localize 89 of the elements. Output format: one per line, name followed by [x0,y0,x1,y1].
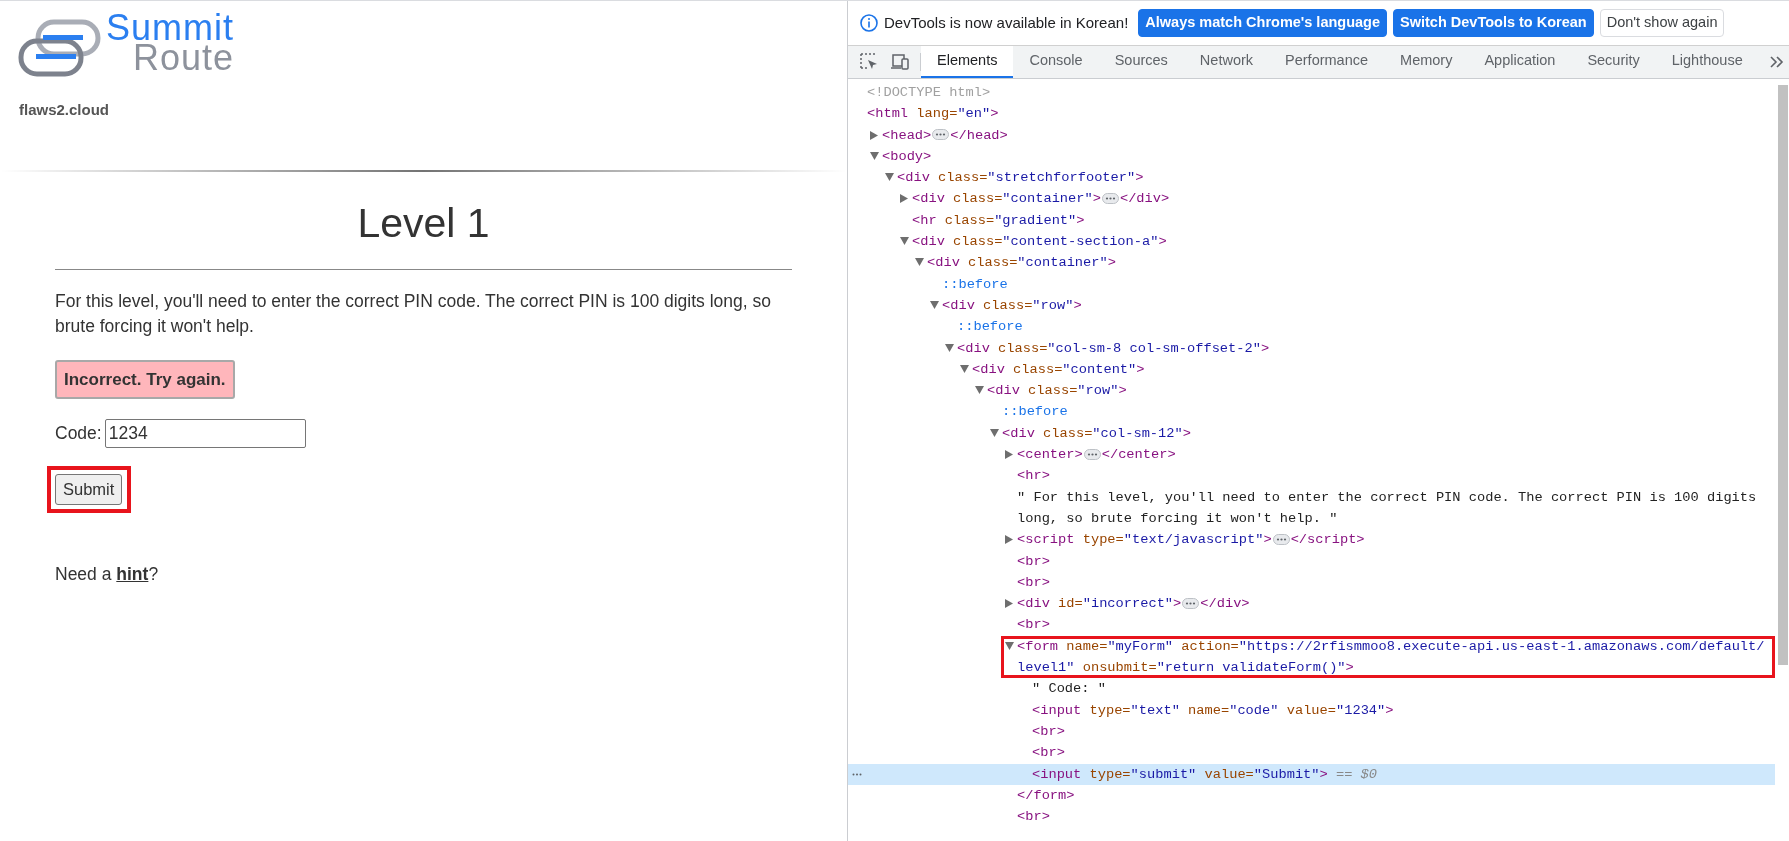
expanded-triangle-icon[interactable] [990,428,999,437]
devtools-tab[interactable]: Performance [1269,46,1385,78]
ellipsis-icon[interactable] [1101,193,1119,205]
expanded-triangle-icon[interactable] [945,343,954,352]
devtools-tab[interactable]: Security [1571,46,1656,78]
site-name: flaws2.cloud [18,100,111,120]
error-alert: Incorrect. Try again. [55,359,235,399]
collapsed-triangle-icon[interactable] [1005,450,1013,460]
node-markup[interactable]: <br> [1017,806,1771,828]
devtools-tab[interactable]: Console [1013,46,1099,78]
ellipsis-icon[interactable] [1272,534,1290,546]
devtools-tab[interactable]: Lighthouse [1655,46,1759,78]
submit-button[interactable]: Submit [55,474,123,505]
collapsed-triangle-icon[interactable] [1005,599,1013,609]
node-markup[interactable]: <div class="container"> [912,191,1101,207]
node-markup[interactable]: <html lang="en"> [867,103,1771,125]
ellipsis-icon[interactable] [932,129,950,141]
node-markup[interactable]: <div class="row"> [987,380,1771,402]
info-icon [860,14,878,32]
selected-tree-row[interactable]: <input type="submit" value="Submit"> == $0 [848,763,1775,785]
logo-icon [18,19,102,79]
devtools-tab[interactable]: Memory [1384,46,1469,78]
notice-message: DevTools is now available in Korean! [884,12,1129,33]
node-markup[interactable]: <script type="text/javascript"> [1017,532,1272,548]
expanded-triangle-icon[interactable] [885,173,894,182]
node-markup[interactable]: <head> [882,127,932,143]
expanded-triangle-icon[interactable] [900,237,909,246]
expanded-triangle-icon[interactable] [915,258,924,267]
node-markup[interactable]: ::before [1002,401,1771,423]
node-markup[interactable]: <br> [1032,720,1771,743]
expanded-triangle-icon[interactable] [870,151,879,160]
collapsed-triangle-icon[interactable] [1005,535,1013,545]
hint-link[interactable]: hint [116,563,149,584]
device-toggle-icon[interactable] [890,54,910,70]
node-markup[interactable]: " For this level, you'll need to enter the correct PIN code. The correct PIN is 100 digits long, so brute forcing it won't help. " [1017,486,1771,530]
expanded-triangle-icon[interactable] [1005,641,1014,650]
node-markup[interactable]: </div> [1119,191,1170,207]
ellipsis-icon[interactable] [1083,448,1101,460]
collapsed-triangle-icon[interactable] [900,194,908,204]
devtools-tab[interactable]: Application [1468,46,1572,78]
node-markup[interactable]: <div class="stretchforfooter"> [897,167,1771,189]
node-markup[interactable]: <form name="myForm" action="https://2rfismmoo8.execute-api.us-east-1.amazonaws.com/default/level1" onsubmit="return validateForm()"> [1017,635,1771,679]
notice-button[interactable]: Don't show again [1599,9,1725,37]
node-markup[interactable]: <input type="submit" value="Submit"> == $0 [1032,763,1771,785]
ellipsis-icon[interactable] [1182,598,1200,609]
node-markup[interactable]: ::before [942,273,1771,295]
node-markup[interactable]: <br> [1032,742,1771,764]
node-markup[interactable]: </head> [950,127,1008,143]
node-markup[interactable]: <div class="content"> [972,358,1771,381]
devtools-tab[interactable]: Elements [921,46,1014,78]
notice-button[interactable]: Switch DevTools to Korean [1393,9,1594,37]
scrollbar-thumb[interactable] [1778,85,1788,665]
logo-text: Route [132,43,234,73]
node-markup[interactable]: " Code: " [1032,678,1771,700]
node-markup[interactable]: <hr class="gradient"> [912,209,1771,232]
page-heading: Level 1 [356,198,491,248]
more-tabs-icon[interactable] [1769,55,1785,69]
more-icon[interactable] [852,772,862,776]
node-markup[interactable]: <input type="text" name="code" value="1234"> [1032,699,1771,721]
node-markup[interactable]: <body> [882,145,1771,168]
collapsed-triangle-icon[interactable] [870,130,878,140]
hint-sentence: Need a hint? [55,562,160,586]
devtools-tab[interactable]: Network [1183,46,1270,78]
node-markup[interactable]: <div id="incorrect"> [1017,596,1182,612]
expanded-triangle-icon[interactable] [975,386,984,395]
node-markup[interactable]: <br> [1017,614,1771,636]
notice-button[interactable]: Always match Chrome's language [1138,9,1388,37]
devtools-tab[interactable]: Sources [1098,46,1184,78]
node-markup[interactable]: </center> [1101,447,1176,463]
node-markup[interactable]: <div class="col-sm-8 col-sm-offset-2"> [957,337,1771,359]
expanded-triangle-icon[interactable] [930,300,939,309]
node-markup[interactable]: </script> [1290,532,1365,548]
node-markup[interactable]: <div class="container"> [927,252,1771,274]
code-label: Code: [55,422,102,446]
node-markup[interactable]: </div> [1200,596,1250,612]
code-field[interactable]: 1234 [104,419,306,448]
node-markup[interactable]: </form> [1017,784,1771,807]
logo-text: Summit [106,13,234,43]
node-markup[interactable]: <br> [1017,571,1771,594]
node-markup[interactable]: <br> [1017,550,1771,572]
node-markup[interactable]: ::before [957,316,1771,338]
node-markup[interactable]: <div class="col-sm-12"> [1002,422,1771,445]
inspect-icon[interactable] [860,53,878,71]
node-markup[interactable]: <center> [1017,447,1083,463]
intro-paragraph: For this level, you'll need to enter the correct PIN code. The correct PIN is 100 digits long, so brute forcing it won't help. [55,289,772,338]
node-markup[interactable]: <hr> [1017,465,1771,487]
expanded-triangle-icon[interactable] [960,364,969,373]
node-markup[interactable]: <div class="content-section-a"> [912,231,1771,253]
node-markup[interactable]: <div class="row"> [942,294,1771,317]
